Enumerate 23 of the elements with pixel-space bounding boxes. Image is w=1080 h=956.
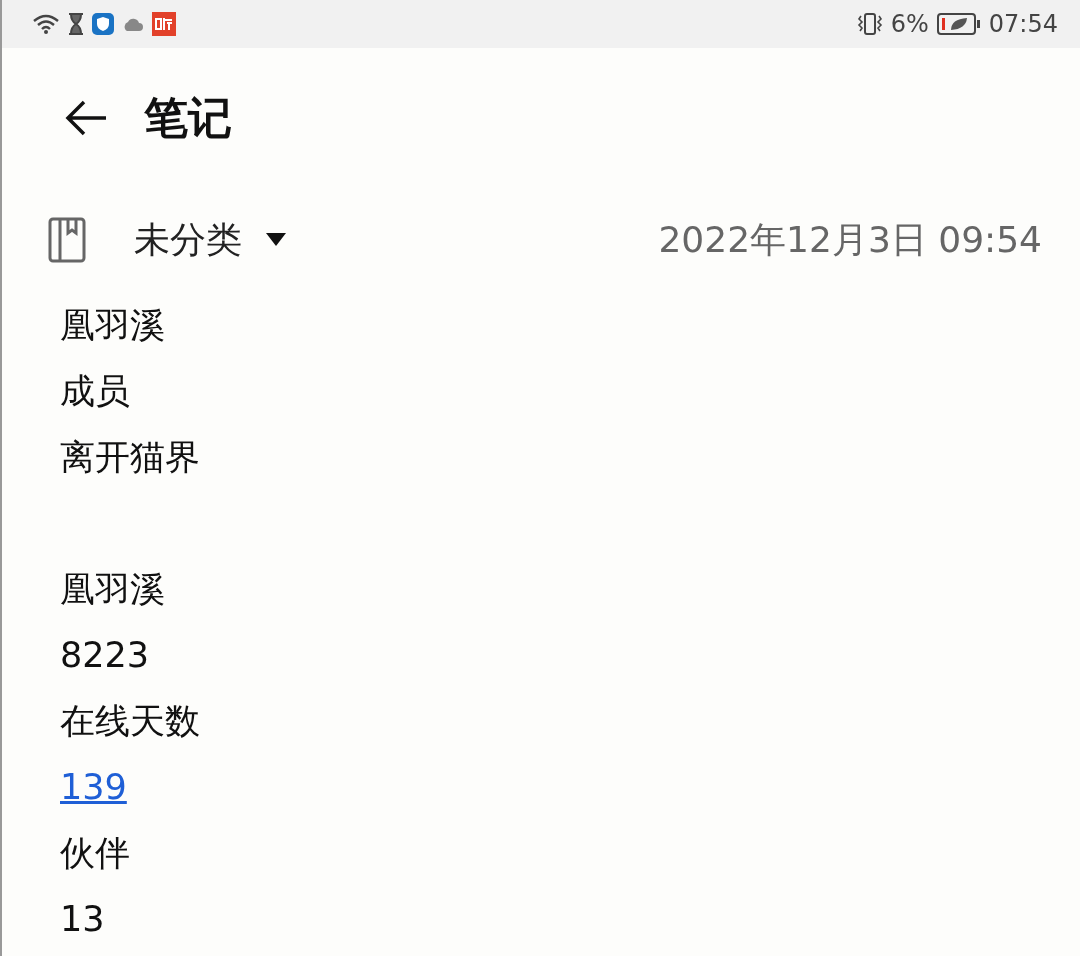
battery-icon <box>936 13 981 35</box>
category-dropdown[interactable]: 未分类 <box>134 215 286 265</box>
app-icon <box>152 12 176 36</box>
note-line: 凰羽溪 <box>60 305 165 345</box>
note-link[interactable]: 139 <box>60 767 127 807</box>
note-line: 离开猫界 <box>60 437 200 477</box>
note-line: 在线天数 <box>60 701 200 741</box>
cloud-icon <box>122 16 144 32</box>
wifi-icon <box>32 13 60 35</box>
vibrate-icon <box>856 12 883 36</box>
note-line: 8223 <box>60 635 150 675</box>
shield-app-icon <box>92 13 114 35</box>
hourglass-icon <box>68 13 84 35</box>
notebook-icon <box>48 217 86 263</box>
note-line: 13 <box>60 899 105 939</box>
note-line: 成员 <box>60 371 130 411</box>
caret-icon <box>266 233 286 247</box>
note-line: 凰羽溪 <box>60 569 165 609</box>
status-time: 07:54 <box>988 10 1058 38</box>
battery-percent: 6% <box>890 10 929 38</box>
note-line: 伙伴 <box>60 833 130 873</box>
page-title: 笔记 <box>144 90 232 145</box>
note-date: 2022年12月3日 09:54 <box>658 217 1042 262</box>
